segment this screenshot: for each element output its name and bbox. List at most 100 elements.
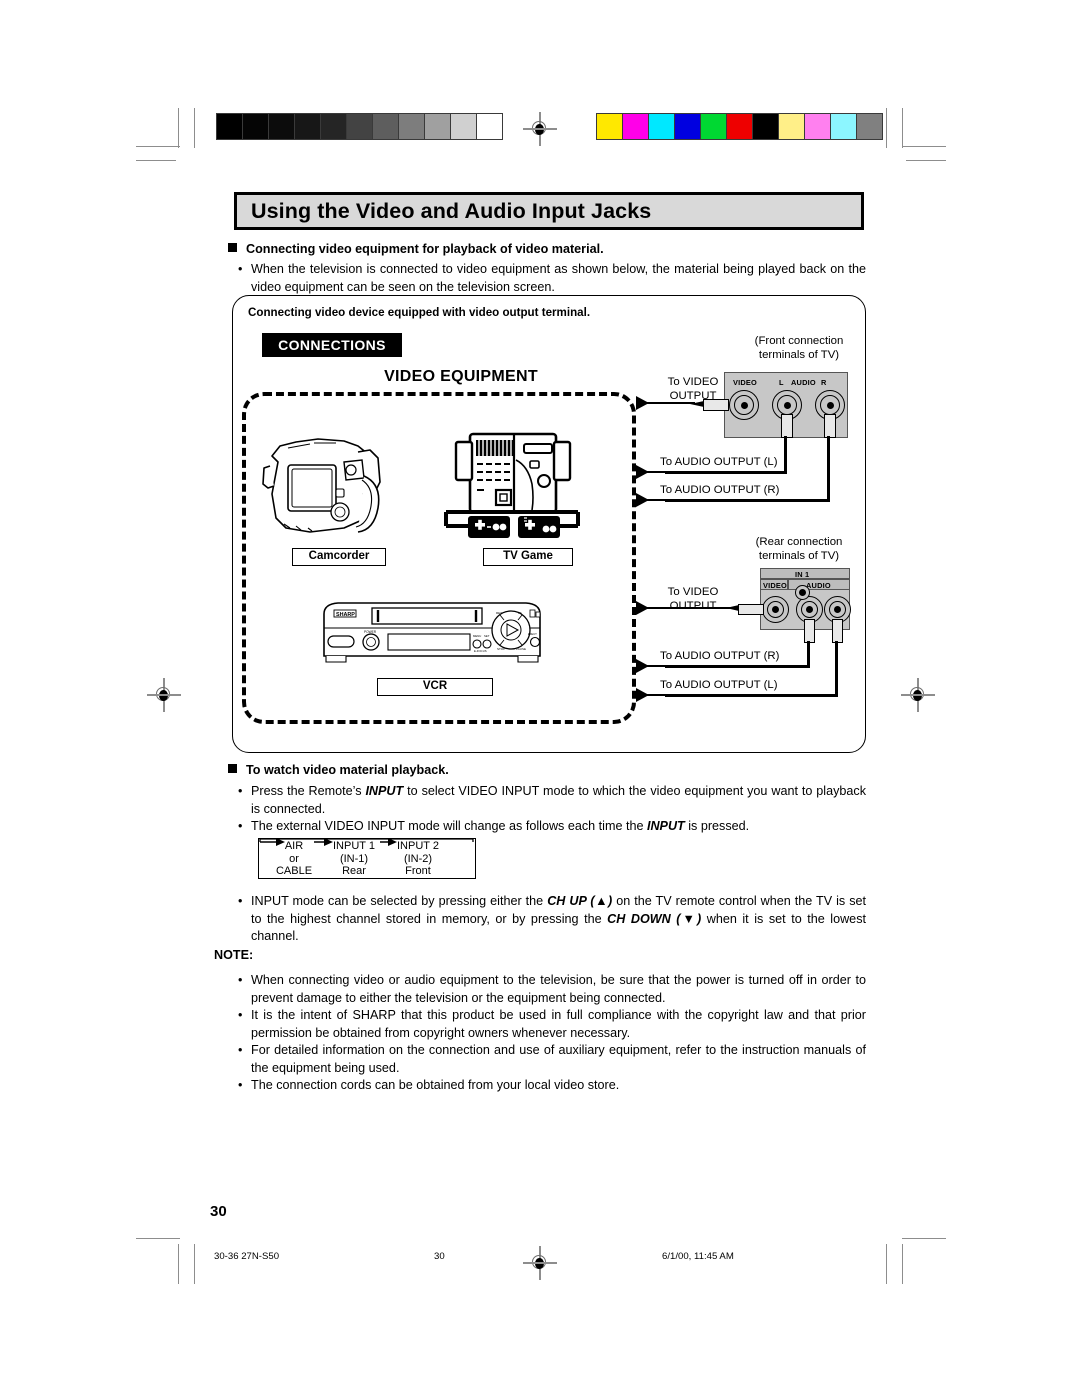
bullet-dot-icon-5: • bbox=[238, 894, 243, 908]
playback-b2-em: INPUT bbox=[646, 819, 685, 833]
cycle-item-air: AIR or CABLE bbox=[268, 840, 320, 878]
front-cable-audio-l-run bbox=[665, 471, 787, 474]
page-number: 30 bbox=[210, 1203, 227, 1220]
note-bullet-3: • For detailed information on the connec… bbox=[238, 1042, 866, 1077]
square-bullet-icon bbox=[228, 243, 237, 252]
front-panel-caption-line2: terminals of TV) bbox=[758, 349, 840, 361]
cycle-item-air-name: AIR bbox=[284, 840, 304, 852]
svg-text:SET: SET bbox=[484, 634, 490, 638]
section-heading-connecting: Connecting video equipment for playback … bbox=[228, 242, 604, 256]
cycle-item-input2-name: INPUT 2 bbox=[397, 840, 439, 852]
note-bullet-2-text: It is the intent of SHARP that this prod… bbox=[251, 1008, 866, 1040]
rear-jack-spare bbox=[795, 585, 810, 600]
section-heading-connecting-text: Connecting video equipment for playback … bbox=[246, 242, 604, 256]
svg-text:E-FOCUS: E-FOCUS bbox=[474, 649, 487, 653]
page-content: Using the Video and Audio Input Jacks Co… bbox=[0, 0, 1080, 1397]
front-arrow-audio-l-line bbox=[647, 471, 669, 474]
front-plug-audio-r bbox=[824, 414, 836, 438]
front-arrow-audio-r-line bbox=[647, 499, 669, 502]
cycle-item-input1-sub1: (IN-1) bbox=[339, 852, 369, 865]
front-cable-audio-r-run bbox=[665, 499, 830, 502]
device-label-camcorder-text: Camcorder bbox=[308, 550, 370, 562]
rear-arrow-label-audio-r: To AUDIO OUTPUT (R) bbox=[660, 650, 780, 662]
cycle-item-air-sub2: CABLE bbox=[275, 865, 313, 877]
cycle-item-input2-sub2: Front bbox=[405, 865, 431, 877]
bullet-dot-icon-7: • bbox=[238, 1008, 243, 1022]
note-bullet-4-text: The connection cords can be obtained fro… bbox=[251, 1078, 620, 1092]
cycle-item-input1: INPUT 1 (IN-1) Rear bbox=[326, 840, 382, 878]
front-cable-audio-l bbox=[784, 436, 787, 474]
section-heading-playback-text: To watch video material playback. bbox=[246, 763, 449, 777]
rear-arrow-audio-r-line bbox=[647, 665, 669, 668]
rear-cable-audio-l-run bbox=[665, 694, 838, 697]
intro-bullet: • When the television is connected to vi… bbox=[238, 261, 866, 296]
rear-panel-caption: (Rear connection terminals of TV) bbox=[724, 535, 874, 563]
front-arrow-label-video: To VIDEO OUTPUT bbox=[657, 375, 729, 403]
svg-text:MENU: MENU bbox=[473, 634, 481, 638]
playback-bullet-1: • Press the Remote’s INPUT to select VID… bbox=[238, 783, 866, 818]
rear-plug-audio-l bbox=[832, 619, 843, 643]
playback-b1-em: INPUT bbox=[365, 784, 404, 798]
front-arrow-label-video-line1: To VIDEO bbox=[667, 376, 719, 388]
playback-b1-pre: Press the Remote’s bbox=[251, 784, 366, 798]
bullet-dot-icon-4: • bbox=[238, 819, 243, 833]
front-plug-audio-l bbox=[781, 414, 793, 438]
svg-text:STOP: STOP bbox=[497, 647, 505, 651]
page-title-text: Using the Video and Audio Input Jacks bbox=[251, 199, 652, 223]
cycle-item-input2: INPUT 2 (IN-2) Front bbox=[390, 840, 446, 878]
front-arrow-audio-l-head bbox=[636, 465, 649, 479]
note-bullet-4: • The connection cords can be obtained f… bbox=[238, 1077, 866, 1095]
device-label-vcr-text: VCR bbox=[422, 680, 448, 692]
playback-b2-pre: The external VIDEO INPUT mode will chang… bbox=[251, 819, 647, 833]
front-label-video: VIDEO bbox=[733, 378, 757, 387]
playback-b2-post: is pressed. bbox=[684, 819, 750, 833]
playback-bullet-3: • INPUT mode can be selected by pressing… bbox=[238, 893, 866, 946]
connections-tag: CONNECTIONS bbox=[262, 333, 402, 357]
front-label-r: R bbox=[821, 378, 827, 387]
note-bullet-1: • When connecting video or audio equipme… bbox=[238, 972, 866, 1007]
front-arrow-label-video-line2: OUTPUT bbox=[669, 390, 717, 402]
rear-arrow-audio-l-line bbox=[647, 694, 669, 697]
playback-b3-em2: CH DOWN (▼) bbox=[607, 911, 702, 926]
rear-arrow-audio-l-head bbox=[636, 688, 649, 702]
bullet-dot-icon-9: • bbox=[238, 1078, 243, 1092]
rear-panel-caption-line2: terminals of TV) bbox=[758, 550, 840, 562]
front-arrow-label-audio-l: To AUDIO OUTPUT (L) bbox=[660, 456, 778, 468]
vcr-brand-text: SHARP bbox=[336, 612, 355, 618]
playback-b3-em1: CH UP (▲) bbox=[547, 894, 613, 908]
rear-label-video: VIDEO bbox=[763, 581, 787, 590]
camcorder-illustration bbox=[262, 438, 381, 533]
bullet-dot-icon-6: • bbox=[238, 973, 243, 987]
device-label-camcorder: Camcorder bbox=[292, 548, 386, 566]
front-panel-caption-line1: (Front connection bbox=[754, 335, 844, 347]
front-arrow-label-audio-r: To AUDIO OUTPUT (R) bbox=[660, 484, 780, 496]
rear-arrow-video-head bbox=[636, 601, 649, 615]
bullet-dot-icon: • bbox=[238, 262, 243, 276]
rear-arrow-audio-r-head bbox=[636, 659, 649, 673]
cycle-item-input1-name: INPUT 1 bbox=[333, 840, 375, 852]
rear-cable-audio-r-run bbox=[665, 665, 810, 668]
playback-bullet-1-text: Press the Remote’s INPUT to select VIDEO… bbox=[251, 783, 866, 818]
video-equipment-title: VIDEO EQUIPMENT bbox=[384, 368, 538, 385]
front-panel-caption: (Front connection terminals of TV) bbox=[724, 334, 874, 362]
rear-plug-video bbox=[738, 604, 764, 615]
vcr-illustration: SHARP POWER MENU SET E-FOCUS REW FF STOP… bbox=[323, 602, 541, 663]
note-heading: NOTE: bbox=[214, 948, 254, 962]
device-label-tv-game: TV Game bbox=[483, 548, 573, 566]
front-label-audio: AUDIO bbox=[791, 378, 816, 387]
device-label-tv-game-text: TV Game bbox=[503, 550, 553, 562]
page-title: Using the Video and Audio Input Jacks bbox=[234, 192, 864, 230]
playback-bullet-3-text: INPUT mode can be selected by pressing e… bbox=[251, 893, 866, 946]
front-arrow-video-line bbox=[647, 402, 695, 405]
svg-text:POWER: POWER bbox=[364, 630, 377, 634]
rear-arrow-label-audio-l: To AUDIO OUTPUT (L) bbox=[660, 679, 778, 691]
svg-text:FF: FF bbox=[518, 611, 522, 615]
front-arrow-video-head bbox=[636, 396, 649, 410]
rear-arrow-label-video-line2: OUTPUT bbox=[669, 600, 717, 612]
cycle-item-input2-sub1: (IN-2) bbox=[403, 852, 433, 865]
svg-text:PAUSE: PAUSE bbox=[516, 647, 526, 651]
rear-label-in1: IN 1 bbox=[795, 570, 810, 579]
rear-label-audio: AUDIO bbox=[806, 581, 831, 590]
rear-cable-audio-r bbox=[807, 641, 810, 668]
device-label-vcr: VCR bbox=[377, 678, 493, 696]
